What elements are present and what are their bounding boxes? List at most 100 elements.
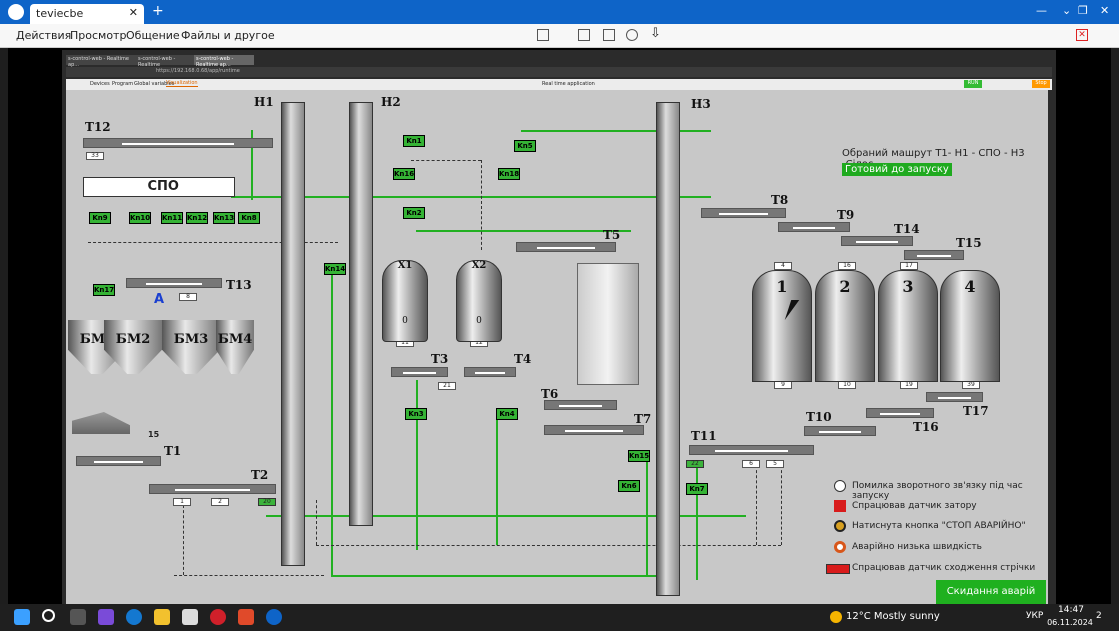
browser-tab-1[interactable]: s-control-web - Realtime ap... bbox=[66, 55, 136, 68]
silo-1[interactable]: 1 bbox=[752, 270, 812, 382]
silo-3[interactable]: 3 bbox=[878, 270, 938, 382]
conveyor-t2[interactable] bbox=[149, 484, 276, 494]
valve-kn11[interactable]: Kn11 bbox=[161, 212, 183, 224]
hopper-x2[interactable]: X2 0 bbox=[456, 260, 502, 342]
store-icon[interactable] bbox=[182, 609, 198, 625]
valve-kn16[interactable]: Kn16 bbox=[393, 168, 415, 180]
clock-time[interactable]: 14:47 bbox=[1051, 605, 1091, 615]
browser-tab-2[interactable]: s-control-web - Realtime bbox=[136, 55, 194, 68]
silo-2[interactable]: 2 bbox=[815, 270, 875, 382]
reset-alarms-button[interactable]: Скидання аварій bbox=[936, 580, 1046, 604]
notification-count[interactable]: 2 bbox=[1096, 611, 1102, 621]
valve-kn5[interactable]: Kn5 bbox=[514, 140, 536, 152]
valve-kn2[interactable]: Kn2 bbox=[403, 207, 425, 219]
label-t9: T9 bbox=[837, 208, 855, 222]
search-icon[interactable] bbox=[42, 609, 55, 622]
stop-button[interactable]: Stop bbox=[1032, 80, 1050, 88]
conveyor-t5[interactable] bbox=[516, 242, 616, 252]
label-t12: T12 bbox=[85, 120, 111, 134]
bin-bm4[interactable]: БМ4 bbox=[216, 320, 254, 374]
label-t5: T5 bbox=[603, 228, 621, 242]
conveyor-t9[interactable] bbox=[778, 222, 850, 232]
valve-kn3[interactable]: Kn3 bbox=[405, 408, 427, 420]
tool-icon-2[interactable] bbox=[578, 29, 590, 41]
tool-icon-1[interactable] bbox=[537, 29, 549, 41]
tool-icon-3[interactable] bbox=[603, 29, 615, 41]
silo-4[interactable]: 4 bbox=[940, 270, 1000, 382]
minimize-icon[interactable]: — bbox=[1036, 4, 1047, 17]
conveyor-t14[interactable] bbox=[841, 236, 913, 246]
bin-bm3[interactable]: БМ3 bbox=[162, 320, 220, 374]
label-t11: T11 bbox=[691, 429, 717, 443]
valve-kn8[interactable]: Kn8 bbox=[238, 212, 260, 224]
elevator-h3[interactable] bbox=[656, 102, 680, 596]
conveyor-t12[interactable] bbox=[83, 138, 273, 148]
end-session-icon[interactable]: ✕ bbox=[1076, 29, 1088, 41]
conveyor-t16[interactable] bbox=[866, 408, 934, 418]
nav-tab-program[interactable]: Program bbox=[112, 81, 133, 87]
dash-line-7 bbox=[316, 500, 317, 545]
menu-comm[interactable]: Общение bbox=[126, 29, 180, 42]
tv-titlebar: teviecbe ✕ + — ⌄ ❐ ✕ bbox=[0, 0, 1119, 24]
task-view-icon[interactable] bbox=[70, 609, 86, 625]
spo-block[interactable]: СПО bbox=[83, 177, 235, 197]
new-tab-plus-icon[interactable]: + bbox=[152, 3, 164, 19]
menu-actions[interactable]: Действия bbox=[16, 29, 71, 42]
valve-kn14[interactable]: Kn14 bbox=[324, 263, 346, 275]
copilot-icon[interactable] bbox=[98, 609, 114, 625]
conveyor-t1[interactable] bbox=[76, 456, 161, 466]
value-box: 19 bbox=[900, 381, 918, 389]
conveyor-t11[interactable] bbox=[689, 445, 814, 455]
conveyor-t4[interactable] bbox=[464, 367, 516, 377]
windows-start-icon[interactable] bbox=[14, 609, 30, 625]
dryer-spo[interactable] bbox=[577, 263, 639, 385]
valve-kn18[interactable]: Kn18 bbox=[498, 168, 520, 180]
conveyor-t8[interactable] bbox=[701, 208, 786, 218]
dropdown-icon[interactable]: ⌄ bbox=[1062, 4, 1071, 17]
maximize-icon[interactable]: ❐ bbox=[1078, 4, 1088, 17]
edge-icon[interactable] bbox=[126, 609, 142, 625]
valve-kn17[interactable]: Kn17 bbox=[93, 284, 115, 296]
valve-kn9[interactable]: Kn9 bbox=[89, 212, 111, 224]
hopper-x1[interactable]: X1 0 bbox=[382, 260, 428, 342]
anydesk-icon[interactable] bbox=[238, 609, 254, 625]
valve-kn1[interactable]: Kn1 bbox=[403, 135, 425, 147]
conveyor-t7[interactable] bbox=[544, 425, 644, 435]
nav-tab-devices[interactable]: Devices bbox=[90, 81, 110, 87]
conveyor-t10[interactable] bbox=[804, 426, 876, 436]
conveyor-t6[interactable] bbox=[544, 400, 617, 410]
teamviewer-taskbar-icon[interactable] bbox=[266, 609, 282, 625]
browser-tab-3[interactable]: s-control-web - Realtime ap... bbox=[194, 55, 254, 68]
opera-icon[interactable] bbox=[210, 609, 226, 625]
valve-kn10[interactable]: Kn10 bbox=[129, 212, 151, 224]
clock-date[interactable]: 06.11.2024 bbox=[1047, 618, 1093, 627]
weather-text[interactable]: 12°C Mostly sunny bbox=[846, 611, 940, 622]
tv-session-tab[interactable]: teviecbe ✕ bbox=[30, 4, 144, 24]
valve-kn15[interactable]: Kn15 bbox=[628, 450, 650, 462]
close-icon[interactable]: ✕ bbox=[1100, 4, 1109, 17]
valve-kn12[interactable]: Kn12 bbox=[186, 212, 208, 224]
weather-icon bbox=[830, 611, 842, 623]
label-t2: T2 bbox=[251, 468, 269, 482]
valve-kn7[interactable]: Kn7 bbox=[686, 483, 708, 495]
conveyor-t15[interactable] bbox=[904, 250, 964, 260]
lang-indicator[interactable]: УКР bbox=[1026, 611, 1043, 621]
download-icon[interactable]: ⇩ bbox=[650, 26, 661, 41]
valve-kn13[interactable]: Kn13 bbox=[213, 212, 235, 224]
valve-kn4[interactable]: Kn4 bbox=[496, 408, 518, 420]
menu-files[interactable]: Файлы и другое bbox=[181, 29, 275, 42]
run-indicator[interactable]: RUN bbox=[964, 80, 982, 88]
bin-bm2[interactable]: БМ2 bbox=[104, 320, 162, 374]
elevator-h2[interactable] bbox=[349, 102, 373, 526]
address-bar[interactable]: https://192.168.0.68/app/runtime bbox=[66, 67, 1052, 77]
conveyor-t3[interactable] bbox=[391, 367, 448, 377]
nav-tab-visualization[interactable]: Visualization bbox=[166, 80, 198, 87]
menu-view[interactable]: Просмотр bbox=[70, 29, 126, 42]
elevator-h1[interactable] bbox=[281, 102, 305, 566]
value-box: 9 bbox=[774, 381, 792, 389]
conveyor-t13[interactable] bbox=[126, 278, 222, 288]
valve-kn6[interactable]: Kn6 bbox=[618, 480, 640, 492]
file-explorer-icon[interactable] bbox=[154, 609, 170, 625]
conveyor-t17[interactable] bbox=[926, 392, 983, 402]
tool-icon-4[interactable] bbox=[626, 29, 638, 41]
